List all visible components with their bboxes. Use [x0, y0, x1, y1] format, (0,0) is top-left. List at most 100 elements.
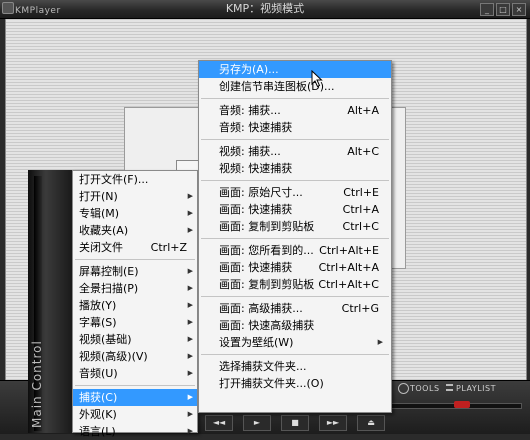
- play-button[interactable]: ►: [243, 415, 271, 431]
- mouse-cursor-icon: [311, 70, 323, 88]
- menu-item-shortcut: Ctrl+C: [342, 220, 379, 233]
- menu-separator: [201, 180, 389, 181]
- main-menu-item[interactable]: 专辑(M) ▶: [73, 205, 197, 222]
- capture-menu-item[interactable]: 画面: 快速高级捕获: [199, 317, 391, 334]
- menu-item-shortcut: Ctrl+Alt+E: [319, 244, 379, 257]
- main-menu-item[interactable]: 关闭文件 Ctrl+Z: [73, 239, 197, 256]
- main-menu-item[interactable]: 屏幕控制(E) ▶: [73, 263, 197, 280]
- menu-item-label: 播放(Y): [79, 299, 117, 312]
- menu-item-label: 设置为壁纸(W): [219, 336, 294, 349]
- window-title: KMP：视频模式: [225, 2, 305, 15]
- transport-controls: ◄◄ ► ■ ►► ⏏: [205, 415, 385, 431]
- main-menu-item[interactable]: 语言(L) ▶: [73, 423, 197, 440]
- main-menu-item[interactable]: 播放(Y) ▶: [73, 297, 197, 314]
- submenu-arrow-icon: ▶: [187, 335, 193, 343]
- submenu-arrow-icon: ▶: [187, 318, 193, 326]
- capture-menu-item[interactable]: 画面: 复制到剪贴板 Ctrl+Alt+C: [199, 276, 391, 293]
- menu-item-label: 音频: 捕获...: [219, 104, 281, 117]
- submenu-arrow-icon: ▶: [187, 393, 193, 401]
- main-menu-item[interactable]: 字幕(S) ▶: [73, 314, 197, 331]
- capture-menu-item[interactable]: 音频: 捕获... Alt+A: [199, 102, 391, 119]
- menu-item-label: 画面: 您所看到的...: [219, 244, 314, 257]
- menu-item-label: 另存为(A)...: [219, 63, 279, 76]
- capture-menu-item[interactable]: 音频: 快速捕获: [199, 119, 391, 136]
- submenu-arrow-icon: ▶: [187, 352, 193, 360]
- menu-item-label: 捕获(C): [79, 391, 118, 404]
- main-menu-item[interactable]: 视频(高级)(V) ▶: [73, 348, 197, 365]
- capture-menu-item[interactable]: 画面: 快速捕获 Ctrl+Alt+A: [199, 259, 391, 276]
- capture-menu-item[interactable]: 画面: 您所看到的... Ctrl+Alt+E: [199, 242, 391, 259]
- submenu-arrow-icon: ▶: [187, 369, 193, 377]
- menu-item-label: 画面: 高级捕获...: [219, 302, 303, 315]
- menu-separator: [201, 238, 389, 239]
- menu-item-label: 音频(U): [79, 367, 118, 380]
- menu-item-label: 打开捕获文件夹...(O): [219, 377, 324, 390]
- menu-item-label: 音频: 快速捕获: [219, 121, 293, 134]
- tools-gear-icon[interactable]: [398, 383, 409, 394]
- capture-menu-item[interactable]: 选择捕获文件夹...: [199, 358, 391, 375]
- seek-handle[interactable]: [454, 401, 471, 408]
- menu-item-label: 视频(基础): [79, 333, 132, 346]
- capture-menu-item[interactable]: 画面: 高级捕获... Ctrl+G: [199, 300, 391, 317]
- maximize-button[interactable]: □: [496, 3, 510, 16]
- menu-item-label: 外观(K): [79, 408, 117, 421]
- menu-item-label: 语言(L): [79, 425, 116, 438]
- main-menu-item[interactable]: 捕获(C) ▶: [73, 389, 197, 406]
- submenu-arrow-icon: ▶: [187, 427, 193, 435]
- title-bar[interactable]: KMPlayer KMP：视频模式 _ □ ×: [0, 0, 530, 19]
- submenu-arrow-icon: ▶: [187, 301, 193, 309]
- capture-menu-item[interactable]: 设置为壁纸(W) ▶: [199, 334, 391, 351]
- menu-item-label: 全景扫描(P): [79, 282, 139, 295]
- menu-item-label: 画面: 快速高级捕获: [219, 319, 315, 332]
- main-menu-item[interactable]: 全景扫描(P) ▶: [73, 280, 197, 297]
- main-menu-item[interactable]: 音频(U) ▶: [73, 365, 197, 382]
- menu-item-label: 收藏夹(A): [79, 224, 129, 237]
- tools-button[interactable]: TOOLS: [410, 384, 440, 393]
- capture-menu-item[interactable]: 画面: 快速捕获 Ctrl+A: [199, 201, 391, 218]
- playlist-button[interactable]: PLAYLIST: [456, 384, 496, 393]
- main-menu-item[interactable]: 外观(K) ▶: [73, 406, 197, 423]
- eject-button[interactable]: ⏏: [357, 415, 385, 431]
- menu-item-shortcut: Alt+A: [347, 104, 379, 117]
- submenu-arrow-icon: ▶: [187, 192, 193, 200]
- main-menu-item[interactable]: 视频(基础) ▶: [73, 331, 197, 348]
- menu-item-shortcut: Alt+C: [347, 145, 379, 158]
- main-menu-item[interactable]: 打开(N) ▶: [73, 188, 197, 205]
- capture-menu-item[interactable]: 视频: 捕获... Alt+C: [199, 143, 391, 160]
- menu-item-label: 打开文件(F)...: [79, 173, 149, 186]
- menu-item-shortcut: Ctrl+G: [341, 302, 379, 315]
- menu-item-label: 画面: 快速捕获: [219, 203, 293, 216]
- capture-menu-item[interactable]: 视频: 快速捕获: [199, 160, 391, 177]
- menu-item-label: 画面: 复制到剪贴板: [219, 278, 315, 291]
- main-menu-item[interactable]: 打开文件(F)...: [73, 171, 197, 188]
- stop-button[interactable]: ■: [281, 415, 309, 431]
- menu-item-shortcut: Ctrl+E: [343, 186, 379, 199]
- capture-submenu: 另存为(A)... 创建信节串连图板(D)... 音频: 捕获... Alt+A 音频:…: [198, 60, 392, 413]
- playlist-icon[interactable]: [446, 384, 453, 391]
- menu-item-label: 选择捕获文件夹...: [219, 360, 307, 373]
- close-button[interactable]: ×: [512, 3, 526, 16]
- menu-item-shortcut: Ctrl+Alt+A: [318, 261, 379, 274]
- menu-separator: [201, 354, 389, 355]
- capture-menu-item[interactable]: 打开捕获文件夹...(O): [199, 375, 391, 392]
- main-context-menu: 打开文件(F)... 打开(N) ▶ 专辑(M) ▶ 收藏夹(A) ▶ 关闭文件 Ctrl+Z 屏…: [72, 170, 198, 438]
- next-button[interactable]: ►►: [319, 415, 347, 431]
- submenu-arrow-icon: ▶: [187, 226, 193, 234]
- submenu-arrow-icon: ▶: [187, 284, 193, 292]
- submenu-arrow-icon: ▶: [187, 410, 193, 418]
- menu-separator: [75, 385, 195, 386]
- menu-item-shortcut: Ctrl+Z: [150, 241, 187, 254]
- main-menu-item[interactable]: 收藏夹(A) ▶: [73, 222, 197, 239]
- capture-menu-item[interactable]: 画面: 复制到剪贴板 Ctrl+C: [199, 218, 391, 235]
- capture-menu-item[interactable]: 画面: 原始尺寸... Ctrl+E: [199, 184, 391, 201]
- capture-menu-item[interactable]: 创建信节串连图板(D)...: [199, 78, 391, 95]
- previous-button[interactable]: ◄◄: [205, 415, 233, 431]
- submenu-arrow-icon: ▶: [377, 338, 383, 346]
- submenu-arrow-icon: ▶: [187, 209, 193, 217]
- menu-separator: [201, 296, 389, 297]
- menu-item-label: 画面: 原始尺寸...: [219, 186, 303, 199]
- capture-menu-item[interactable]: 另存为(A)...: [199, 61, 391, 78]
- minimize-button[interactable]: _: [480, 3, 494, 16]
- menu-item-label: 画面: 复制到剪贴板: [219, 220, 315, 233]
- menu-item-label: 专辑(M): [79, 207, 120, 220]
